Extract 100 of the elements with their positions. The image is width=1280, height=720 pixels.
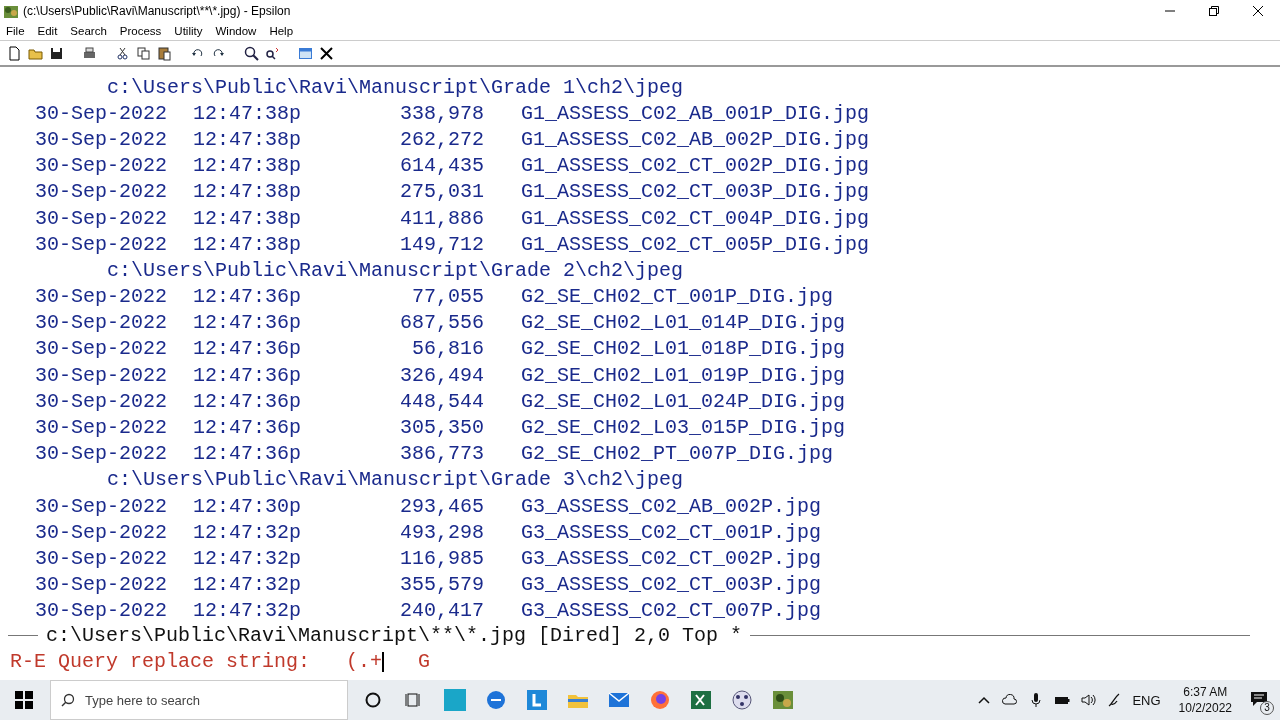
directory-path: c:\Users\Public\Ravi\Manuscript\Grade 1\ch2\jpeg <box>107 75 684 99</box>
copy-icon[interactable] <box>136 45 151 61</box>
molecule-app-icon[interactable] <box>731 689 753 711</box>
file-name[interactable]: G2_SE_CH02_CT_001P_DIG.jpg <box>521 285 834 309</box>
cut-icon[interactable] <box>115 45 130 61</box>
file-name[interactable]: G2_SE_CH02_L01_014P_DIG.jpg <box>521 311 846 335</box>
directory-path: c:\Users\Public\Ravi\Manuscript\Grade 2\ch2\jpeg <box>107 258 684 282</box>
file-name[interactable]: G2_SE_CH02_PT_007P_DIG.jpg <box>521 442 834 466</box>
file-date: 30-Sep-2022 <box>35 232 167 256</box>
file-size: 56,816 <box>411 337 484 361</box>
file-size: 687,556 <box>399 311 484 335</box>
text-cursor <box>382 651 385 672</box>
mode-line: c:\Users\Public\Ravi\Manuscript\**\*.jpg [Dired] 2,0 Top * <box>46 624 743 648</box>
menu-item[interactable]: Edit <box>37 24 58 37</box>
file-time: 12:47:32p <box>193 599 303 623</box>
file-name[interactable]: G2_SE_CH02_L01_018P_DIG.jpg <box>521 337 846 361</box>
file-time: 12:47:32p <box>193 520 303 544</box>
file-size: 275,031 <box>399 180 484 204</box>
file-size: 240,417 <box>399 599 484 623</box>
file-time: 12:47:36p <box>193 442 303 466</box>
file-date: 30-Sep-2022 <box>35 416 167 440</box>
file-time: 12:47:38p <box>193 180 303 204</box>
minibuffer-prompt: R-E Query replace string: <box>10 650 311 674</box>
file-name[interactable]: G1_ASSESS_C02_CT_002P_DIG.jpg <box>521 154 870 178</box>
file-date: 30-Sep-2022 <box>35 285 167 309</box>
windows-start-icon[interactable] <box>15 691 33 709</box>
file-time: 12:47:32p <box>193 546 303 570</box>
printer-icon[interactable] <box>82 45 97 61</box>
speaker-icon[interactable] <box>1080 692 1097 708</box>
file-name[interactable]: G2_SE_CH02_L01_019P_DIG.jpg <box>521 363 846 387</box>
tile-app-icon[interactable] <box>444 689 466 711</box>
file-date: 30-Sep-2022 <box>35 573 167 597</box>
save-icon[interactable] <box>49 45 64 61</box>
file-name[interactable]: G1_ASSESS_C02_CT_005P_DIG.jpg <box>521 232 870 256</box>
clock-time: 6:37 AM <box>1183 684 1228 700</box>
menu-item[interactable]: Search <box>70 24 107 37</box>
file-date: 30-Sep-2022 <box>35 311 167 335</box>
file-time: 12:47:38p <box>193 101 303 125</box>
file-time: 12:47:36p <box>193 363 303 387</box>
file-date: 30-Sep-2022 <box>35 546 167 570</box>
search-icon <box>61 693 75 707</box>
window-title: (c:\Users\Public\Ravi\Manuscript\**\*.jpg) - Epsilon <box>23 3 291 18</box>
minibuffer-text: G <box>418 650 431 674</box>
menu-item[interactable]: Process <box>119 24 162 37</box>
taskbar-search-field[interactable]: Type here to search <box>50 680 348 720</box>
file-date: 30-Sep-2022 <box>35 442 167 466</box>
file-date: 30-Sep-2022 <box>35 180 167 204</box>
close-buffer-icon[interactable] <box>319 45 334 61</box>
menu-item[interactable]: Help <box>269 24 294 37</box>
new-file-icon[interactable] <box>7 45 22 61</box>
file-name[interactable]: G1_ASSESS_C02_CT_004P_DIG.jpg <box>521 206 870 230</box>
file-size: 493,298 <box>399 520 484 544</box>
file-name[interactable]: G1_ASSESS_C02_CT_003P_DIG.jpg <box>521 180 870 204</box>
search-placeholder: Type here to search <box>85 692 200 708</box>
directory-path: c:\Users\Public\Ravi\Manuscript\Grade 3\ch2\jpeg <box>107 468 684 492</box>
file-size: 77,055 <box>411 285 484 309</box>
file-date: 30-Sep-2022 <box>35 520 167 544</box>
window-icon[interactable] <box>298 45 313 61</box>
letter-l-app-icon[interactable] <box>526 689 548 711</box>
file-name[interactable]: G3_ASSESS_C02_CT_007P.jpg <box>521 599 822 623</box>
notification-count: 3 <box>1260 700 1274 715</box>
file-name[interactable]: G3_ASSESS_C02_AB_002P.jpg <box>521 494 822 518</box>
file-name[interactable]: G3_ASSESS_C02_CT_002P.jpg <box>521 546 822 570</box>
file-size: 149,712 <box>399 232 484 256</box>
file-date: 30-Sep-2022 <box>35 127 167 151</box>
file-size: 293,465 <box>399 494 484 518</box>
file-time: 12:47:36p <box>193 389 303 413</box>
file-date: 30-Sep-2022 <box>35 101 167 125</box>
find-replace-icon[interactable] <box>265 45 280 61</box>
file-date: 30-Sep-2022 <box>35 337 167 361</box>
file-date: 30-Sep-2022 <box>35 389 167 413</box>
file-date: 30-Sep-2022 <box>35 206 167 230</box>
file-name[interactable]: G3_ASSESS_C02_CT_003P.jpg <box>521 573 822 597</box>
file-name[interactable]: G1_ASSESS_C02_AB_002P_DIG.jpg <box>521 127 870 151</box>
file-name[interactable]: G1_ASSESS_C02_AB_001P_DIG.jpg <box>521 101 870 125</box>
minibuffer-input[interactable]: (.+ <box>346 650 383 674</box>
close-icon[interactable] <box>1252 4 1264 17</box>
file-time: 12:47:38p <box>193 206 303 230</box>
file-name[interactable]: G2_SE_CH02_L03_015P_DIG.jpg <box>521 416 846 440</box>
file-date: 30-Sep-2022 <box>35 494 167 518</box>
file-time: 12:47:36p <box>193 337 303 361</box>
file-name[interactable]: G2_SE_CH02_L01_024P_DIG.jpg <box>521 389 846 413</box>
restore-icon[interactable] <box>1208 4 1220 17</box>
file-time: 12:47:38p <box>193 154 303 178</box>
file-size: 614,435 <box>399 154 484 178</box>
menu-item[interactable]: File <box>6 24 25 37</box>
file-size: 262,272 <box>399 127 484 151</box>
menu-item[interactable]: Utility <box>174 24 203 37</box>
file-time: 12:47:36p <box>193 285 303 309</box>
file-time: 12:47:36p <box>193 416 303 440</box>
file-size: 411,886 <box>399 206 484 230</box>
menu-item[interactable]: Window <box>215 24 257 37</box>
file-time: 12:47:30p <box>193 494 303 518</box>
cloud-icon[interactable] <box>1002 692 1019 708</box>
search-icon[interactable] <box>244 45 259 61</box>
file-name[interactable]: G3_ASSESS_C02_CT_001P.jpg <box>521 520 822 544</box>
clock[interactable]: 6:37 AM 10/2/2022 <box>1178 684 1232 716</box>
language-indicator[interactable]: ENG <box>1132 692 1161 708</box>
file-size: 338,978 <box>399 101 484 125</box>
paste-icon[interactable] <box>157 45 172 61</box>
